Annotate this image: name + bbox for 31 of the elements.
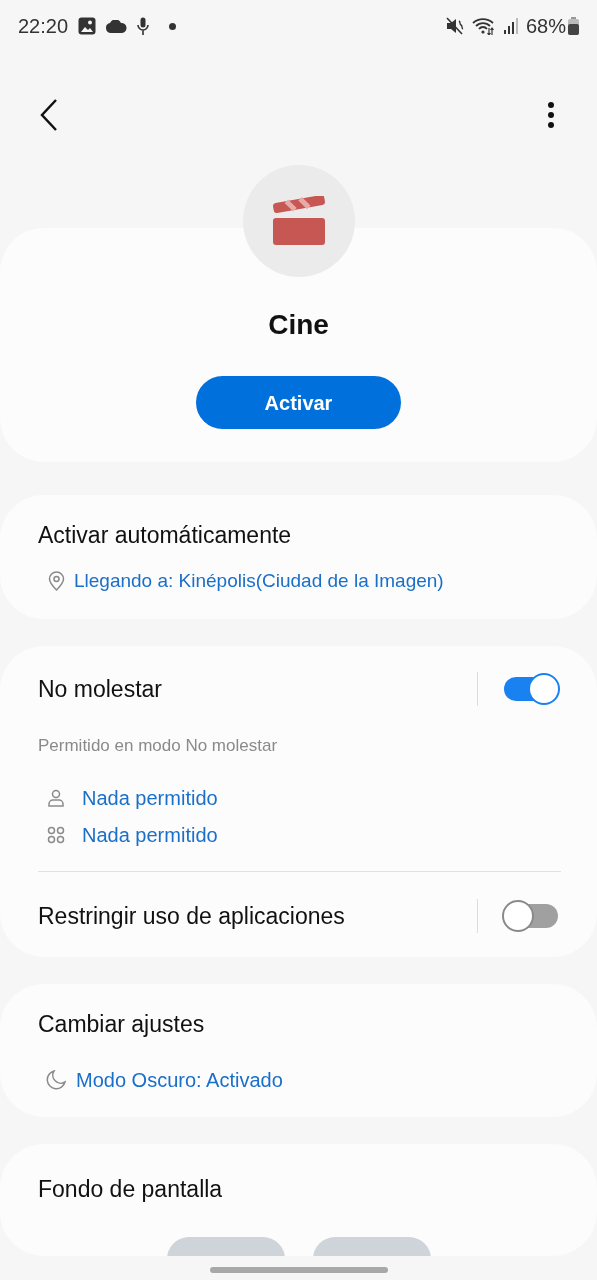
dot-icon: [169, 22, 177, 30]
clapperboard-icon: [271, 196, 326, 246]
more-options-button[interactable]: [547, 101, 555, 129]
section-title: Activar automáticamente: [38, 521, 293, 549]
battery-icon: [568, 17, 579, 35]
image-icon: [78, 17, 97, 35]
battery-percentage: 68%: [525, 14, 566, 39]
section-title: Fondo de pantalla: [38, 1175, 224, 1203]
section-title: Cambiar ajustes: [38, 1010, 206, 1038]
mute-icon: [445, 17, 464, 35]
profile-title: Cine: [268, 308, 329, 342]
setting-link[interactable]: Modo Oscuro: Activado: [76, 1067, 283, 1093]
toggle-switch[interactable]: [502, 673, 560, 705]
allowed-link[interactable]: Nada permitido: [82, 784, 218, 812]
apps-icon: [47, 826, 65, 844]
status-time: 22:20: [18, 14, 69, 39]
microphone-icon: [137, 17, 150, 35]
cloud-icon: [106, 19, 128, 33]
wifi-icon: [471, 17, 496, 35]
signal-icon: [503, 17, 518, 35]
setting-title: Restringir uso de aplicaciones: [38, 901, 346, 931]
moon-icon: [46, 1070, 66, 1090]
toggle-switch[interactable]: [502, 900, 560, 932]
section-subtitle: Permitido en modo No molestar: [38, 735, 279, 757]
location-pin-icon: [48, 571, 65, 591]
activate-button[interactable]: Activar: [196, 376, 401, 429]
location-condition-link[interactable]: Llegando a: Kinépolis(Ciudad de la Imagen): [74, 568, 444, 594]
setting-title: No molestar: [38, 674, 163, 704]
person-icon: [47, 789, 65, 807]
allowed-link[interactable]: Nada permitido: [82, 821, 218, 849]
back-button[interactable]: [40, 99, 60, 131]
